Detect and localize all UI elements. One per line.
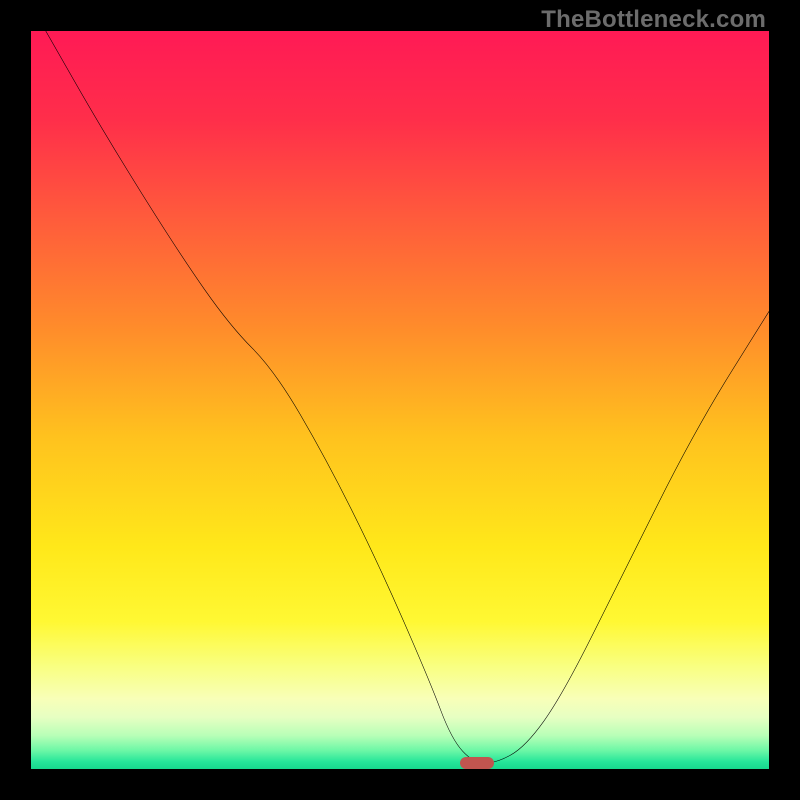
watermark-text: TheBottleneck.com	[541, 6, 766, 34]
chart-frame: TheBottleneck.com	[0, 0, 800, 800]
optimal-point-marker	[460, 757, 494, 769]
plot-area	[31, 31, 769, 769]
bottleneck-curve	[31, 31, 769, 769]
